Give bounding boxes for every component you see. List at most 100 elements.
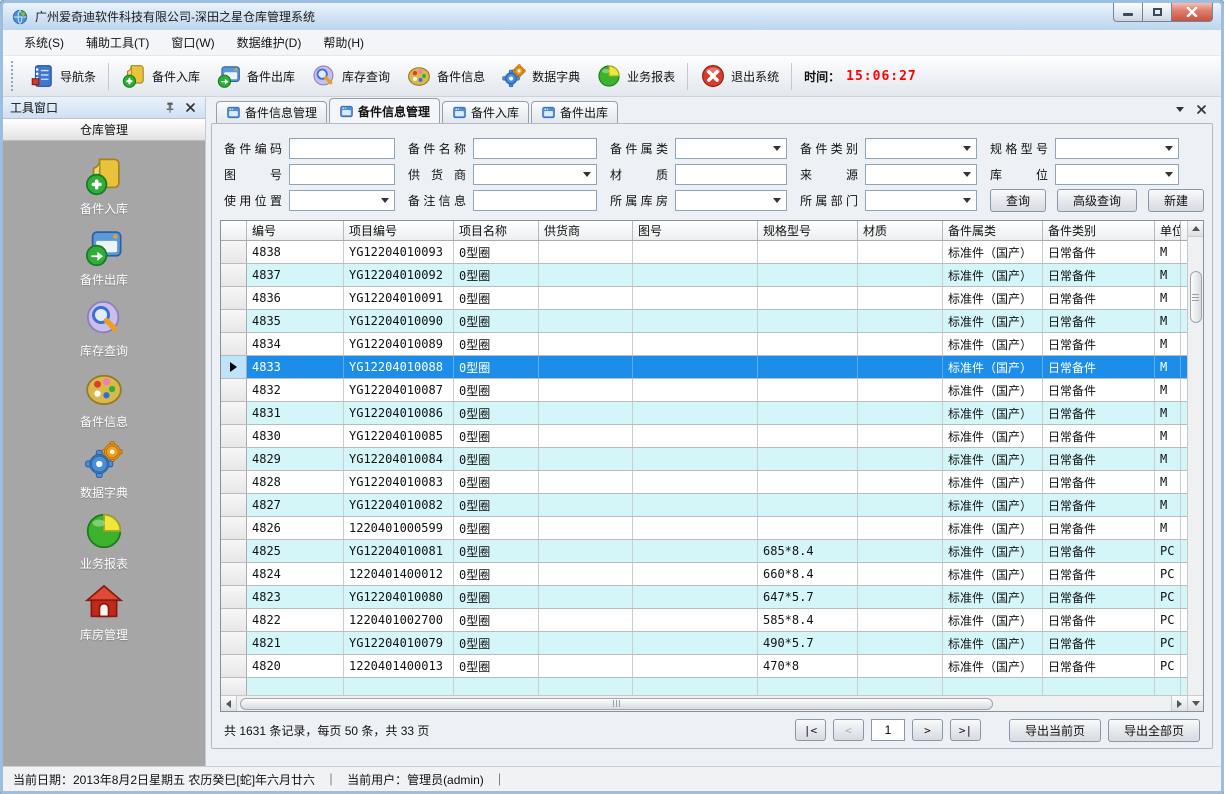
table-row[interactable]: 4834YG122040100890型圈标准件（国产）日常备件M: [221, 333, 1187, 356]
next-page-button[interactable]: >: [912, 719, 943, 741]
search-dropdown[interactable]: [865, 190, 977, 211]
export-current-page-button[interactable]: 导出当前页: [1009, 719, 1101, 742]
new-button[interactable]: 新建: [1148, 189, 1204, 212]
row-selector[interactable]: [221, 333, 247, 355]
query-button[interactable]: 查询: [990, 189, 1046, 212]
search-dropdown[interactable]: [1055, 138, 1179, 159]
menu-item[interactable]: 系统(S): [13, 30, 75, 55]
export-all-pages-button[interactable]: 导出全部页: [1108, 719, 1200, 742]
table-row[interactable]: 482012204014000130型圈470*8标准件（国产）日常备件PC: [221, 655, 1187, 678]
column-header[interactable]: 项目名称: [454, 221, 539, 240]
search-dropdown[interactable]: [865, 164, 977, 185]
row-selector[interactable]: [221, 356, 247, 378]
table-row[interactable]: 4837YG122040100920型圈标准件（国产）日常备件M: [221, 264, 1187, 287]
row-selector[interactable]: [221, 425, 247, 447]
column-header[interactable]: 备件属类: [943, 221, 1043, 240]
table-row[interactable]: 482612204010005990型圈标准件（国产）日常备件M: [221, 517, 1187, 540]
search-text-input[interactable]: [675, 164, 787, 185]
menu-item[interactable]: 辅助工具(T): [75, 30, 160, 55]
sidebar-item[interactable]: 备件信息: [80, 368, 128, 430]
scroll-right-icon[interactable]: [1171, 696, 1187, 711]
column-header[interactable]: 规格型号: [758, 221, 858, 240]
toolbar-button[interactable]: 导航条: [21, 60, 104, 92]
column-header[interactable]: 项目编号: [344, 221, 454, 240]
page-number-input[interactable]: [871, 719, 905, 741]
search-dropdown[interactable]: [675, 190, 787, 211]
scroll-left-icon[interactable]: [221, 696, 237, 711]
row-selector[interactable]: [221, 241, 247, 263]
row-selector[interactable]: [221, 609, 247, 631]
column-header[interactable]: 单位: [1155, 221, 1181, 240]
pin-icon[interactable]: [164, 101, 176, 114]
tab-active[interactable]: 备件信息管理: [329, 98, 440, 123]
table-row[interactable]: 4829YG122040100840型圈标准件（国产）日常备件M: [221, 448, 1187, 471]
table-row[interactable]: 4825YG122040100810型圈685*8.4标准件（国产）日常备件PC: [221, 540, 1187, 563]
sidebar-item[interactable]: 库存查询: [80, 297, 128, 359]
advanced-query-button[interactable]: 高级查询: [1057, 189, 1137, 212]
row-selector[interactable]: [221, 379, 247, 401]
table-row[interactable]: 4836YG122040100910型圈标准件（国产）日常备件M: [221, 287, 1187, 310]
scroll-down-icon[interactable]: [1188, 695, 1203, 711]
sidebar-item[interactable]: 业务报表: [80, 510, 128, 572]
search-text-input[interactable]: [289, 138, 395, 159]
table-row[interactable]: 4827YG122040100820型圈标准件（国产）日常备件M: [221, 494, 1187, 517]
table-row[interactable]: 4823YG122040100800型圈647*5.7标准件（国产）日常备件PC: [221, 586, 1187, 609]
column-header[interactable]: 备件类别: [1043, 221, 1155, 240]
table-row[interactable]: 4830YG122040100850型圈标准件（国产）日常备件M: [221, 425, 1187, 448]
menu-item[interactable]: 数据维护(D): [226, 30, 313, 55]
last-page-button[interactable]: >|: [950, 719, 981, 741]
search-dropdown[interactable]: [675, 138, 787, 159]
row-selector[interactable]: [221, 402, 247, 424]
vertical-scroll-thumb[interactable]: [1190, 271, 1202, 323]
row-selector[interactable]: [221, 494, 247, 516]
first-page-button[interactable]: |<: [795, 719, 826, 741]
tab-item[interactable]: 备件信息管理: [216, 101, 327, 123]
row-selector[interactable]: [221, 540, 247, 562]
tab-item[interactable]: 备件入库: [442, 101, 529, 123]
horizontal-scrollbar[interactable]: [221, 695, 1187, 711]
toolbar-button[interactable]: 库存查询: [303, 60, 398, 92]
row-selector[interactable]: [221, 448, 247, 470]
column-header[interactable]: 供货商: [539, 221, 633, 240]
menu-item[interactable]: 窗口(W): [160, 30, 225, 55]
row-selector[interactable]: [221, 586, 247, 608]
sidebar-close-icon[interactable]: [185, 102, 196, 113]
toolbar-grip[interactable]: [11, 61, 15, 91]
minimize-button[interactable]: [1113, 3, 1143, 22]
column-header[interactable]: [221, 221, 247, 240]
table-row[interactable]: 482212204010027000型圈585*8.4标准件（国产）日常备件PC: [221, 609, 1187, 632]
table-row[interactable]: 4831YG122040100860型圈标准件（国产）日常备件M: [221, 402, 1187, 425]
toolbar-button[interactable]: 备件入库: [113, 60, 208, 92]
table-row[interactable]: 4832YG122040100870型圈标准件（国产）日常备件M: [221, 379, 1187, 402]
column-header[interactable]: 图号: [633, 221, 758, 240]
search-dropdown[interactable]: [289, 190, 395, 211]
sidebar-item[interactable]: 备件出库: [80, 226, 128, 288]
row-selector[interactable]: [221, 517, 247, 539]
table-row[interactable]: 4835YG122040100900型圈标准件（国产）日常备件M: [221, 310, 1187, 333]
toolbar-button[interactable]: 数据字典: [493, 60, 588, 92]
search-text-input[interactable]: [473, 190, 597, 211]
scroll-up-icon[interactable]: [1188, 221, 1203, 237]
toolbar-button[interactable]: 备件出库: [208, 60, 303, 92]
table-row[interactable]: 4833YG122040100880型圈标准件（国产）日常备件M: [221, 356, 1187, 379]
row-selector[interactable]: [221, 632, 247, 654]
prev-page-button[interactable]: <: [833, 719, 864, 741]
table-row[interactable]: 482412204014000120型圈660*8.4标准件（国产）日常备件PC: [221, 563, 1187, 586]
horizontal-scroll-thumb[interactable]: [240, 698, 993, 710]
row-selector[interactable]: [221, 563, 247, 585]
search-dropdown[interactable]: [473, 164, 597, 185]
table-row[interactable]: 4821YG122040100790型圈490*5.7标准件（国产）日常备件PC: [221, 632, 1187, 655]
sidebar-section-header[interactable]: 仓库管理: [3, 119, 205, 141]
search-text-input[interactable]: [473, 138, 597, 159]
vertical-scrollbar[interactable]: [1187, 221, 1203, 711]
toolbar-button[interactable]: 业务报表: [588, 60, 683, 92]
column-header[interactable]: 编号: [247, 221, 344, 240]
table-row[interactable]: 4838YG122040100930型圈标准件（国产）日常备件M: [221, 241, 1187, 264]
close-button[interactable]: [1171, 3, 1213, 22]
toolbar-button[interactable]: 备件信息: [398, 60, 493, 92]
sidebar-item[interactable]: 数据字典: [80, 439, 128, 501]
search-dropdown[interactable]: [1055, 164, 1179, 185]
tab-list-dropdown-icon[interactable]: [1176, 107, 1184, 112]
tab-close-icon[interactable]: [1196, 104, 1207, 115]
table-row[interactable]: 4828YG122040100830型圈标准件（国产）日常备件M: [221, 471, 1187, 494]
